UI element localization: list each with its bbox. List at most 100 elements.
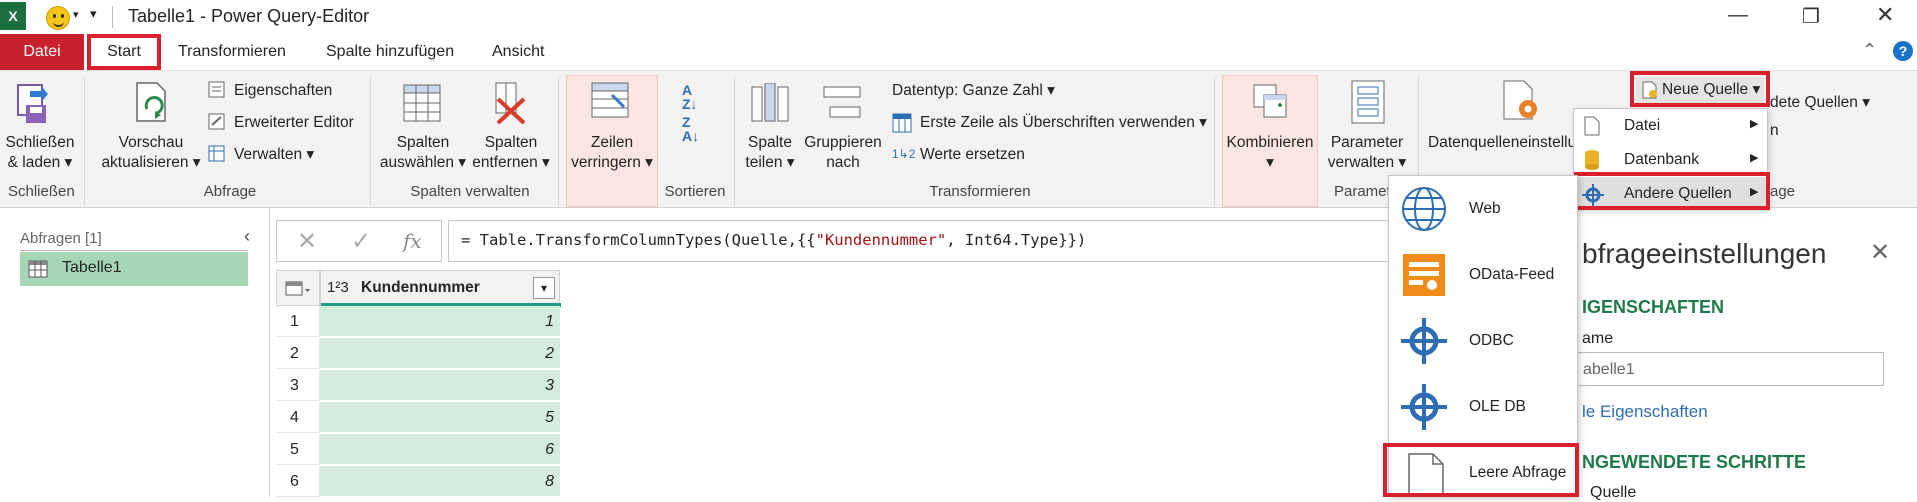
close-icon[interactable]: ✕ [1876, 2, 1894, 28]
all-properties-link[interactable]: le Eigenschaften [1582, 402, 1708, 422]
queries-divider [20, 250, 248, 251]
menu-item-label: OData-Feed [1469, 266, 1555, 283]
ribbon-separator [1214, 77, 1215, 205]
menu-item-oledb[interactable]: OLE DB [1389, 374, 1577, 440]
table-cell[interactable]: 3 [320, 370, 560, 401]
menu-item-odbc[interactable]: ODBC [1389, 308, 1577, 374]
table-cell[interactable]: 8 [320, 466, 560, 497]
combine-button[interactable]: Kombinieren ▾ [1222, 133, 1318, 173]
replace-values-icon: 1↳2 [892, 147, 916, 161]
highlight-andere-quellen [1574, 172, 1770, 210]
web-globe-icon [1402, 187, 1446, 231]
row-number[interactable]: 1 [276, 306, 320, 337]
tab-start[interactable]: Start [87, 34, 161, 70]
menu-item-odata[interactable]: OData-Feed [1389, 242, 1577, 308]
group-label-schliessen: Schließen [8, 183, 75, 200]
name-input[interactable]: abelle1 [1570, 352, 1884, 386]
row-number[interactable]: 3 [276, 370, 320, 401]
row-number[interactable]: 4 [276, 402, 320, 433]
feedback-smiley-icon[interactable] [46, 6, 70, 30]
database-icon [1585, 150, 1599, 170]
queries-header: Abfragen [1] [20, 230, 102, 247]
column-type-icon[interactable]: 1²3 [327, 279, 349, 296]
fx-icon[interactable]: fx [403, 229, 422, 253]
menu-item-datei[interactable]: Datei ▶ [1574, 109, 1769, 143]
ribbon-separator [84, 77, 85, 205]
ribbon-separator [370, 77, 371, 205]
group-by-button[interactable]: Gruppieren nach [800, 133, 886, 173]
confirm-formula-icon[interactable]: ✓ [351, 227, 371, 256]
column-filter-icon[interactable]: ▾ [533, 277, 555, 299]
table-cell[interactable]: 1 [320, 306, 560, 337]
combine-icon [1253, 84, 1287, 118]
close-settings-icon[interactable]: ✕ [1870, 238, 1890, 267]
menu-item-label: Web [1469, 200, 1501, 217]
row-number[interactable]: 6 [276, 466, 320, 497]
replace-values-button[interactable]: Werte ersetzen [920, 145, 1025, 165]
column-header-kundennummer[interactable]: 1²3 Kundennummer ▾ [320, 270, 561, 307]
odata-feed-icon [1403, 254, 1445, 296]
collapse-ribbon-icon[interactable]: ⌃ [1862, 40, 1877, 61]
row-number[interactable]: 2 [276, 338, 320, 369]
cancel-formula-icon[interactable]: ✕ [297, 227, 317, 256]
reduce-rows-icon [591, 82, 629, 118]
query-item-label: Tabelle1 [62, 259, 122, 276]
menu-item-label: ODBC [1469, 332, 1514, 349]
data-source-settings-button[interactable]: Datenquelleneinstellu [1428, 133, 1576, 153]
sort-ascending-icon[interactable]: A Z↓ [682, 83, 698, 111]
odbc-icon [1401, 318, 1447, 364]
quick-access-customize-icon[interactable]: ▾ [90, 6, 97, 22]
table-cell[interactable]: 6 [320, 434, 560, 465]
restore-icon[interactable]: ❐ [1802, 4, 1820, 29]
split-column-button[interactable]: Spalte teilen ▾ [740, 133, 800, 173]
close-and-load-icon [17, 84, 48, 123]
use-first-row-headers-button[interactable]: Erste Zeile als Überschriften verwenden … [920, 113, 1207, 133]
query-settings-pane: bfrageeinstellungen ✕ IGENSCHAFTEN ame a… [1570, 210, 1917, 501]
reduce-rows-button[interactable]: Zeilen verringern ▾ [566, 133, 658, 173]
step-quelle[interactable]: Quelle [1590, 484, 1636, 502]
properties-button[interactable]: Eigenschaften [234, 81, 332, 101]
tab-datei[interactable]: Datei [0, 34, 84, 70]
tab-spalte-hinzufuegen[interactable]: Spalte hinzufügen [316, 34, 464, 70]
menu-item-label: Datenbank [1624, 151, 1699, 168]
refresh-preview-button[interactable]: Vorschau aktualisieren ▾ [96, 133, 206, 173]
table-menu-icon [285, 281, 310, 296]
group-label-spalten-verwalten: Spalten verwalten [410, 183, 530, 200]
tab-ansicht[interactable]: Ansicht [482, 34, 554, 70]
row-number[interactable]: 5 [276, 434, 320, 465]
group-label-neue-abfrage: age [1770, 183, 1796, 200]
tab-transformieren[interactable]: Transformieren [168, 34, 296, 70]
sort-descending-icon[interactable]: Z A↓ [682, 115, 699, 143]
title-divider [112, 6, 113, 28]
submenu-arrow-icon: ▶ [1750, 152, 1759, 164]
dropdown-arrow-icon[interactable]: ▾ [73, 8, 79, 21]
ribbon-separator [558, 77, 559, 205]
minimize-icon[interactable]: — [1728, 4, 1748, 27]
advanced-editor-button[interactable]: Erweiterter Editor [234, 113, 354, 133]
collapse-pane-icon[interactable]: ‹ [244, 226, 250, 247]
applied-steps-heading: NGEWENDETE SCHRITTE [1582, 452, 1807, 472]
title-bar: X ▾ ▾ Tabelle1 - Power Query-Editor — ❐ … [0, 0, 1917, 34]
remove-columns-icon [495, 82, 526, 125]
table-options-button[interactable] [276, 270, 320, 306]
close-load-button[interactable]: Schließen & laden ▾ [4, 133, 76, 173]
table-cell[interactable]: 5 [320, 402, 560, 433]
table-icon [28, 260, 48, 278]
choose-columns-button[interactable]: Spalten auswählen ▾ [378, 133, 468, 173]
query-item-tabelle1[interactable]: Tabelle1 [20, 252, 248, 286]
use-first-row-icon [892, 113, 912, 133]
group-label-transformieren: Transformieren [929, 183, 1031, 200]
menu-item-web[interactable]: Web [1389, 176, 1577, 242]
enter-data-partial[interactable]: n [1770, 121, 1779, 141]
manage-button[interactable]: Verwalten ▾ [234, 145, 314, 165]
table-cell[interactable]: 2 [320, 338, 560, 369]
manage-icon [208, 145, 225, 162]
remove-columns-button[interactable]: Spalten entfernen ▾ [468, 133, 554, 173]
manage-parameters-button[interactable]: Parameter verwalten ▾ [1322, 133, 1412, 173]
help-icon[interactable]: ? [1893, 41, 1913, 61]
submenu-arrow-icon: ▶ [1750, 118, 1759, 130]
column-header-label: Kundennummer [361, 279, 480, 296]
recent-sources-button[interactable]: dete Quellen ▾ [1770, 93, 1870, 113]
data-type-dropdown[interactable]: Datentyp: Ganze Zahl ▾ [892, 81, 1055, 101]
highlight-neue-quelle [1630, 71, 1770, 107]
